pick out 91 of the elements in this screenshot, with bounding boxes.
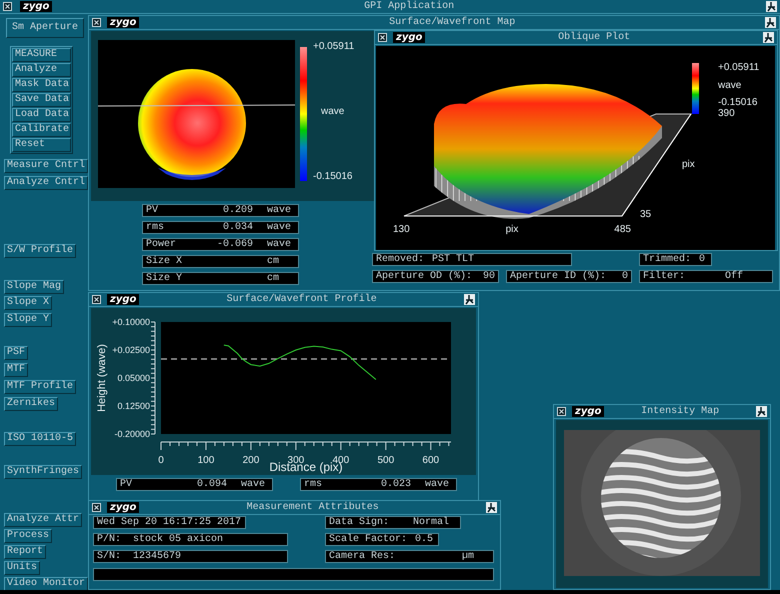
sidebar-button[interactable]: Analyze Cntrl: [4, 176, 88, 190]
axis-label: pix: [506, 223, 518, 237]
scale-unit-label: wave: [321, 107, 346, 117]
info-field: Removed: PST TLT: [372, 253, 572, 266]
scale-max-label: +0.05911: [313, 42, 354, 52]
tick-label: +0.10000: [112, 317, 150, 327]
tick-label: 600: [422, 455, 440, 466]
window-title: Measurement Attributes: [246, 502, 380, 512]
info-field: S/N: 12345679: [93, 550, 288, 563]
scale-max-label: +0.05911: [718, 62, 760, 73]
logo-label: zygo: [107, 294, 140, 305]
close-icon[interactable]: [3, 2, 12, 11]
sidebar-button[interactable]: MTF Profile: [4, 380, 76, 394]
sidebar-button[interactable]: Report: [4, 545, 46, 559]
app-title: GPI Application: [363, 2, 456, 12]
info-field: Aperture ID (%): 0: [506, 270, 632, 283]
sidebar-button[interactable]: Process: [4, 529, 52, 543]
logo-label: zygo: [107, 502, 140, 513]
sidebar-button[interactable]: Units: [4, 561, 40, 575]
tick-label: 100: [198, 455, 214, 466]
info-field: Trimmed: 0: [639, 253, 712, 266]
pin-icon[interactable]: [765, 17, 776, 28]
sidebar-button[interactable]: Zernikes: [4, 397, 58, 411]
tick-label: 0.12500: [117, 401, 150, 411]
stat-field: Size Y cm: [142, 272, 299, 285]
sidebar-button[interactable]: SynthFringes: [4, 465, 82, 479]
tick-label: 0: [158, 455, 164, 466]
pin-icon[interactable]: [756, 406, 767, 417]
stat-field: Size X cm: [142, 255, 299, 268]
close-icon[interactable]: [378, 33, 387, 42]
sidebar-button[interactable]: Reset: [12, 138, 71, 152]
stat-field: rms 0.034 wave: [142, 221, 299, 234]
tick-label: 200: [242, 455, 260, 466]
pin-icon[interactable]: [763, 32, 774, 43]
logo-label: zygo: [107, 17, 140, 28]
date-field: Wed Sep 20 16:17:25 2017: [93, 516, 246, 529]
sidebar-button[interactable]: Slope Mag: [4, 280, 64, 294]
scale-min-label: -0.15016: [313, 172, 354, 182]
sidebar-button[interactable]: Analyze: [12, 63, 71, 77]
info-field: Aperture OD (%): 90: [372, 270, 499, 283]
close-icon[interactable]: [92, 295, 101, 304]
scale-unit-label: wave: [718, 80, 742, 91]
color-scale-bar: [692, 63, 699, 114]
y-axis-title: Height (wave): [96, 344, 108, 412]
pin-icon[interactable]: [464, 294, 475, 305]
logo-label: zygo: [572, 406, 604, 417]
info-field: Filter: Off: [639, 270, 773, 283]
sidebar-button[interactable]: Slope X: [4, 296, 52, 310]
sidebar-button[interactable]: Measure Cntrl: [4, 159, 88, 173]
stat-field: rms 0.023 wave: [300, 478, 457, 491]
stat-field: Power -0.069 wave: [142, 238, 299, 251]
tick-label: 500: [377, 455, 394, 466]
sidebar-button[interactable]: Save Data: [12, 93, 71, 107]
stat-field: PV 0.094 wave: [116, 478, 273, 491]
tick-label: 0.05000: [117, 373, 150, 383]
sidebar-button[interactable]: MEASURE: [12, 48, 71, 62]
info-field: Scale Factor: 0.5: [325, 533, 439, 546]
info-field: Data Sign: Normal: [325, 516, 461, 529]
axis-label: pix: [682, 158, 695, 172]
tick-label: +0.02500: [112, 345, 150, 355]
logo-label: zygo: [393, 32, 426, 43]
axis-max-label: 390: [718, 108, 736, 119]
sidebar-button[interactable]: ISO 10110-5: [4, 432, 76, 446]
axis-min-label: 130: [393, 223, 410, 237]
sidebar-button[interactable]: Video Monitor: [4, 577, 88, 591]
sidebar-button[interactable]: MTF: [4, 363, 28, 377]
sidebar-button[interactable]: Mask Data: [12, 78, 71, 92]
window-title: Surface/Wavefront Profile: [226, 294, 378, 304]
sidebar-button[interactable]: Calibrate: [12, 123, 71, 137]
sidebar-button[interactable]: Slope Y: [4, 313, 52, 327]
sidebar-button[interactable]: S/W Profile: [4, 244, 76, 258]
axis-max-label: 485: [614, 223, 631, 237]
sidebar-button[interactable]: PSF: [4, 346, 28, 360]
axis-min-label: 35: [640, 208, 652, 222]
pin-icon[interactable]: [766, 1, 777, 12]
pin-icon[interactable]: [486, 502, 497, 513]
sidebar-button[interactable]: Analyze Attr: [4, 513, 82, 527]
window-title: Intensity Map: [640, 406, 720, 416]
sidebar-button[interactable]: Load Data: [12, 108, 71, 122]
window-title: Surface/Wavefront Map: [388, 18, 516, 28]
info-field: P/N: stock 05 axicon: [93, 533, 288, 546]
sidebar-button[interactable]: Sm Aperture: [6, 18, 84, 38]
close-icon[interactable]: [92, 503, 101, 512]
stat-field: PV 0.209 wave: [142, 204, 299, 217]
close-icon[interactable]: [557, 407, 566, 416]
scale-min-label: -0.15016: [718, 97, 758, 108]
window-title: Oblique Plot: [557, 32, 632, 42]
info-field: Camera Res: µm: [325, 550, 494, 563]
logo-label: zygo: [20, 1, 52, 12]
tick-label: -0.20000: [114, 429, 150, 439]
close-icon[interactable]: [92, 18, 101, 27]
